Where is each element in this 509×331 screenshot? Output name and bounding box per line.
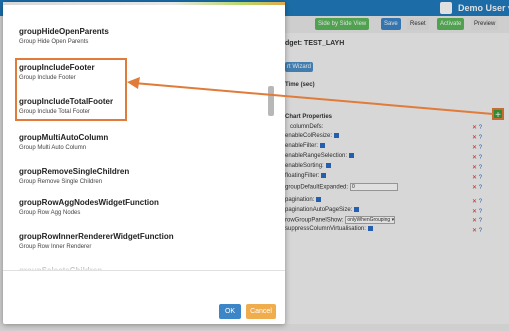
arrow-line — [133, 82, 494, 115]
arrow-head — [127, 77, 140, 89]
annotation-arrow — [127, 77, 494, 115]
